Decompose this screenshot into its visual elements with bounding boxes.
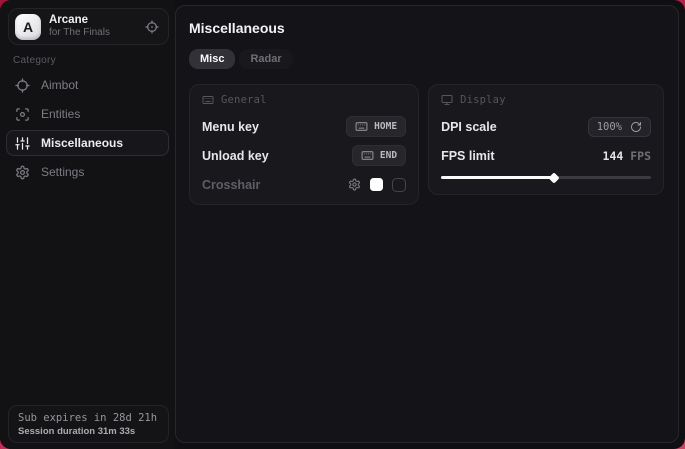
monitor-icon [441,94,453,106]
sliders-icon [15,136,30,151]
fps-slider-thumb[interactable] [549,172,560,183]
menu-key-label: Menu key [202,120,259,134]
tab-misc[interactable]: Misc [189,49,235,69]
crosshair-controls [348,178,406,192]
dpi-scale-row: DPI scale 100% [441,118,651,135]
fps-number: 144 [603,149,624,163]
display-card-title: Display [460,94,506,106]
sidebar: A Arcane for The Finals Category [0,0,175,449]
keyboard-icon [355,120,368,133]
general-card-header: General [202,94,406,106]
fps-unit: FPS [623,149,651,163]
sidebar-item-label: Miscellaneous [41,136,123,150]
sidebar-item-label: Aimbot [41,78,78,92]
fps-limit-row: FPS limit 144 FPS [441,147,651,164]
desktop-background: A Arcane for The Finals Category [0,0,685,449]
fps-slider-fill [441,176,554,179]
fps-limit-value: 144 FPS [603,149,651,163]
crosshair-color-swatch[interactable] [370,178,383,191]
dpi-scale-button[interactable]: 100% [588,117,651,137]
general-card-title: General [221,94,267,106]
keyboard-icon [361,149,374,162]
refresh-icon [630,121,642,133]
session-duration-text: Session duration 31m 33s [18,426,159,437]
category-label: Category [13,55,56,66]
cards-row: General Menu key HOME [189,84,664,205]
brand-text: Arcane for The Finals [49,14,145,39]
sidebar-item-entities[interactable]: Entities [6,101,169,127]
dpi-scale-label: DPI scale [441,120,497,134]
main-panel: Miscellaneous Misc Radar Gene [175,5,679,443]
crosshair-row: Crosshair [202,176,406,193]
arcane-window: A Arcane for The Finals Category [0,0,685,449]
dpi-scale-value: 100% [597,121,622,133]
crosshair-label: Crosshair [202,178,260,192]
sidebar-nav: Aimbot Entities [6,72,169,185]
sub-expires-text: Sub expires in 28d 21h [18,412,159,424]
scan-icon [15,107,30,122]
tab-radar[interactable]: Radar [239,49,292,69]
sidebar-item-label: Settings [41,165,84,179]
unload-key-label: Unload key [202,149,269,163]
unload-key-button[interactable]: END [352,145,406,166]
general-card: General Menu key HOME [189,84,419,205]
sidebar-item-aimbot[interactable]: Aimbot [6,72,169,98]
unload-key-row: Unload key END [202,147,406,164]
crosshair-checkbox[interactable] [392,178,406,192]
arcane-logo: A [15,14,41,40]
page-title: Miscellaneous [189,20,664,36]
fps-limit-label: FPS limit [441,149,494,163]
sidebar-item-settings[interactable]: Settings [6,159,169,185]
subscription-status-card: Sub expires in 28d 21h Session duration … [8,405,169,443]
keyboard-icon [202,94,214,106]
gear-icon [15,165,30,180]
target-icon[interactable] [145,20,159,34]
display-card-header: Display [441,94,651,106]
menu-key-value: HOME [374,121,397,132]
brand-card: A Arcane for The Finals [8,8,169,45]
crosshair-settings-gear-icon[interactable] [348,178,361,191]
sidebar-item-miscellaneous[interactable]: Miscellaneous [6,130,169,156]
display-card: Display DPI scale 100% [428,84,664,195]
brand-title: Arcane [49,14,145,27]
crosshair-icon [15,78,30,93]
sidebar-item-label: Entities [41,107,80,121]
brand-subtitle: for The Finals [49,27,145,39]
menu-key-row: Menu key HOME [202,118,406,135]
menu-key-button[interactable]: HOME [346,116,406,137]
fps-limit-slider[interactable] [441,176,651,179]
tab-bar: Misc Radar [189,49,664,69]
unload-key-value: END [380,150,397,161]
